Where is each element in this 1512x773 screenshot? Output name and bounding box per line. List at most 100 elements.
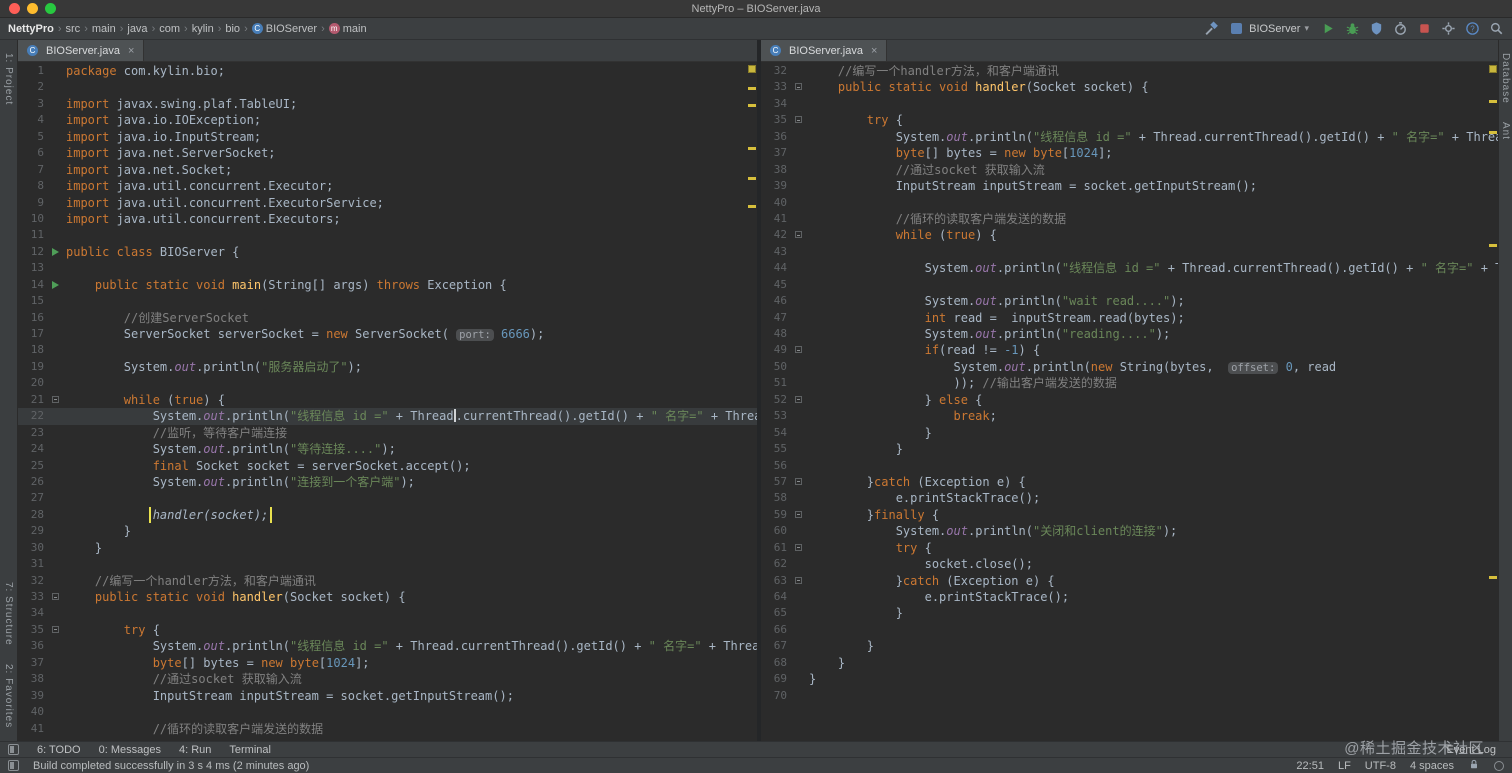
indent-widget[interactable]: 4 spaces bbox=[1410, 760, 1454, 772]
minimize-window-button[interactable] bbox=[27, 3, 38, 14]
breadcrumb-item-bio[interactable]: bio bbox=[225, 23, 240, 35]
code-line-51[interactable]: 51 )); //输出客户端发送的数据 bbox=[761, 375, 1498, 391]
code-line-30[interactable]: 30 } bbox=[18, 540, 757, 556]
line-number[interactable]: 67 bbox=[761, 638, 791, 654]
code-line-59[interactable]: 59 }finally { bbox=[761, 507, 1498, 523]
code-line-33[interactable]: 33 public static void handler(Socket soc… bbox=[18, 589, 757, 605]
code-line-32[interactable]: 32 //编写一个handler方法，和客户端通讯 bbox=[18, 573, 757, 589]
line-number[interactable]: 15 bbox=[18, 293, 48, 309]
search-everywhere-icon[interactable] bbox=[1489, 21, 1504, 36]
fold-icon[interactable] bbox=[795, 510, 802, 518]
code-line-45[interactable]: 45 bbox=[761, 277, 1498, 293]
code-line-35[interactable]: 35 try { bbox=[761, 112, 1498, 128]
line-number[interactable]: 12 bbox=[18, 244, 48, 260]
code-line-36[interactable]: 36 System.out.println("线程信息 id =" + Thre… bbox=[18, 638, 757, 654]
line-number[interactable]: 49 bbox=[761, 342, 791, 358]
line-number[interactable]: 28 bbox=[18, 507, 48, 523]
code-line-66[interactable]: 66 bbox=[761, 622, 1498, 638]
code-line-7[interactable]: 7 import java.net.Socket; bbox=[18, 162, 757, 178]
code-line-41[interactable]: 41 //循环的读取客户端发送的数据 bbox=[18, 721, 757, 737]
line-number[interactable]: 40 bbox=[761, 195, 791, 211]
inspections-status-icon[interactable] bbox=[1489, 65, 1497, 73]
warning-stripe-mark[interactable] bbox=[1489, 576, 1497, 579]
close-icon[interactable]: × bbox=[128, 45, 134, 57]
line-number[interactable]: 10 bbox=[18, 211, 48, 227]
line-number[interactable]: 42 bbox=[761, 227, 791, 243]
fold-icon[interactable] bbox=[795, 477, 802, 485]
fold-icon[interactable] bbox=[795, 83, 802, 91]
close-icon[interactable]: × bbox=[871, 45, 877, 57]
encoding-widget[interactable]: UTF-8 bbox=[1365, 760, 1396, 772]
line-number[interactable]: 56 bbox=[761, 458, 791, 474]
line-number[interactable]: 46 bbox=[761, 293, 791, 309]
code-line-44[interactable]: 44 System.out.println("线程信息 id =" + Thre… bbox=[761, 260, 1498, 276]
code-line-40[interactable]: 40 bbox=[761, 195, 1498, 211]
line-number[interactable]: 40 bbox=[18, 704, 48, 720]
profiler-icon[interactable] bbox=[1393, 21, 1408, 36]
code-line-26[interactable]: 26 System.out.println("连接到一个客户端"); bbox=[18, 474, 757, 490]
line-number[interactable]: 37 bbox=[761, 145, 791, 161]
line-number[interactable]: 59 bbox=[761, 507, 791, 523]
code-line-22[interactable]: 22 System.out.println("线程信息 id =" + Thre… bbox=[18, 408, 757, 425]
line-number[interactable]: 43 bbox=[761, 244, 791, 260]
line-number[interactable]: 14 bbox=[18, 277, 48, 293]
line-number[interactable]: 35 bbox=[761, 112, 791, 128]
run-icon[interactable] bbox=[1321, 21, 1336, 36]
code-line-28[interactable]: 28 handler(socket); bbox=[18, 506, 757, 524]
code-editor-right[interactable]: 32 //编写一个handler方法，和客户端通讯 33 public stati… bbox=[761, 62, 1498, 741]
fold-icon[interactable] bbox=[795, 116, 802, 124]
code-line-54[interactable]: 54 } bbox=[761, 425, 1498, 441]
line-number[interactable]: 41 bbox=[761, 211, 791, 227]
run-gutter-icon[interactable] bbox=[52, 247, 59, 256]
warning-stripe-mark[interactable] bbox=[748, 87, 756, 90]
line-number[interactable]: 70 bbox=[761, 688, 791, 704]
code-line-1[interactable]: 1 package com.kylin.bio; bbox=[18, 63, 757, 79]
line-number[interactable]: 45 bbox=[761, 277, 791, 293]
line-number[interactable]: 11 bbox=[18, 227, 48, 243]
code-line-4[interactable]: 4 import java.io.IOException; bbox=[18, 112, 757, 128]
code-line-52[interactable]: 52 } else { bbox=[761, 392, 1498, 408]
code-line-16[interactable]: 16 //创建ServerSocket bbox=[18, 310, 757, 326]
line-separator-widget[interactable]: LF bbox=[1338, 760, 1351, 772]
line-number[interactable]: 66 bbox=[761, 622, 791, 638]
line-number[interactable]: 35 bbox=[18, 622, 48, 638]
code-line-29[interactable]: 29 } bbox=[18, 523, 757, 539]
line-number[interactable]: 47 bbox=[761, 310, 791, 326]
code-line-56[interactable]: 56 bbox=[761, 458, 1498, 474]
code-line-27[interactable]: 27 bbox=[18, 490, 757, 506]
tab-bioserver-java[interactable]: C BIOServer.java × bbox=[761, 40, 888, 61]
warning-stripe-mark[interactable] bbox=[748, 147, 756, 150]
code-line-47[interactable]: 47 int read = inputStream.read(bytes); bbox=[761, 310, 1498, 326]
line-number[interactable]: 61 bbox=[761, 540, 791, 556]
line-number[interactable]: 36 bbox=[761, 129, 791, 145]
line-number[interactable]: 44 bbox=[761, 260, 791, 276]
line-number[interactable]: 60 bbox=[761, 523, 791, 539]
code-line-13[interactable]: 13 bbox=[18, 260, 757, 276]
line-number[interactable]: 34 bbox=[18, 605, 48, 621]
code-line-36[interactable]: 36 System.out.println("线程信息 id =" + Thre… bbox=[761, 129, 1498, 145]
line-number[interactable]: 34 bbox=[761, 96, 791, 112]
code-line-37[interactable]: 37 byte[] bytes = new byte[1024]; bbox=[761, 145, 1498, 161]
line-number[interactable]: 39 bbox=[18, 688, 48, 704]
line-number[interactable]: 1 bbox=[18, 63, 48, 79]
toolwindow-button-6-todo[interactable]: 6: TODO bbox=[37, 744, 81, 756]
lock-icon[interactable] bbox=[1468, 758, 1480, 773]
line-number[interactable]: 20 bbox=[18, 375, 48, 391]
line-number[interactable]: 52 bbox=[761, 392, 791, 408]
fold-icon[interactable] bbox=[795, 576, 802, 584]
fold-icon[interactable] bbox=[52, 395, 59, 403]
line-number[interactable]: 58 bbox=[761, 490, 791, 506]
code-line-39[interactable]: 39 InputStream inputStream = socket.getI… bbox=[18, 688, 757, 704]
line-number[interactable]: 4 bbox=[18, 112, 48, 128]
toolwindow-button-4-run[interactable]: 4: Run bbox=[179, 744, 211, 756]
code-line-32[interactable]: 32 //编写一个handler方法，和客户端通讯 bbox=[761, 63, 1498, 79]
line-number[interactable]: 2 bbox=[18, 79, 48, 95]
breadcrumb-item-kylin[interactable]: kylin bbox=[192, 23, 214, 35]
line-number[interactable]: 33 bbox=[761, 79, 791, 95]
line-number[interactable]: 65 bbox=[761, 605, 791, 621]
code-line-34[interactable]: 34 bbox=[18, 605, 757, 621]
line-number[interactable]: 17 bbox=[18, 326, 48, 342]
warning-stripe-mark[interactable] bbox=[748, 205, 756, 208]
line-number[interactable]: 38 bbox=[761, 162, 791, 178]
line-number[interactable]: 16 bbox=[18, 310, 48, 326]
